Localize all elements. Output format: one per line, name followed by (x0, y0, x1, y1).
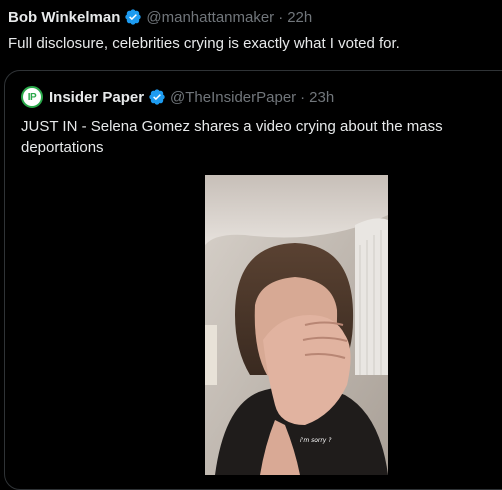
tweet-header: Bob Winkelman @manhattanmaker · 22h (8, 7, 312, 27)
verified-badge-icon (149, 89, 165, 105)
avatar[interactable]: IP (21, 86, 43, 108)
avatar-logo-text: IP (27, 91, 37, 103)
video-player[interactable]: i'm sorry ? (205, 175, 388, 475)
separator: · (278, 8, 284, 26)
quote-author-handle[interactable]: @TheInsiderPaper (170, 89, 296, 106)
quote-timestamp[interactable]: 23h (309, 89, 334, 106)
author-handle[interactable]: @manhattanmaker (146, 9, 274, 26)
quote-author-name[interactable]: Insider Paper (49, 89, 144, 106)
author-name[interactable]: Bob Winkelman (8, 9, 120, 26)
quote-header: IP Insider Paper @TheInsiderPaper · 23h (21, 86, 334, 108)
verified-badge-icon (125, 9, 142, 25)
quote-text: JUST IN - Selena Gomez shares a video cr… (21, 118, 443, 156)
separator: · (300, 88, 306, 106)
quote-tweet-card[interactable]: IP Insider Paper @TheInsiderPaper · 23h … (4, 70, 502, 490)
video-frame-image (205, 175, 388, 475)
timestamp[interactable]: 22h (287, 9, 312, 26)
video-caption: i'm sorry ? (300, 437, 332, 444)
tweet-text: Full disclosure, celebrities crying is e… (8, 35, 400, 52)
